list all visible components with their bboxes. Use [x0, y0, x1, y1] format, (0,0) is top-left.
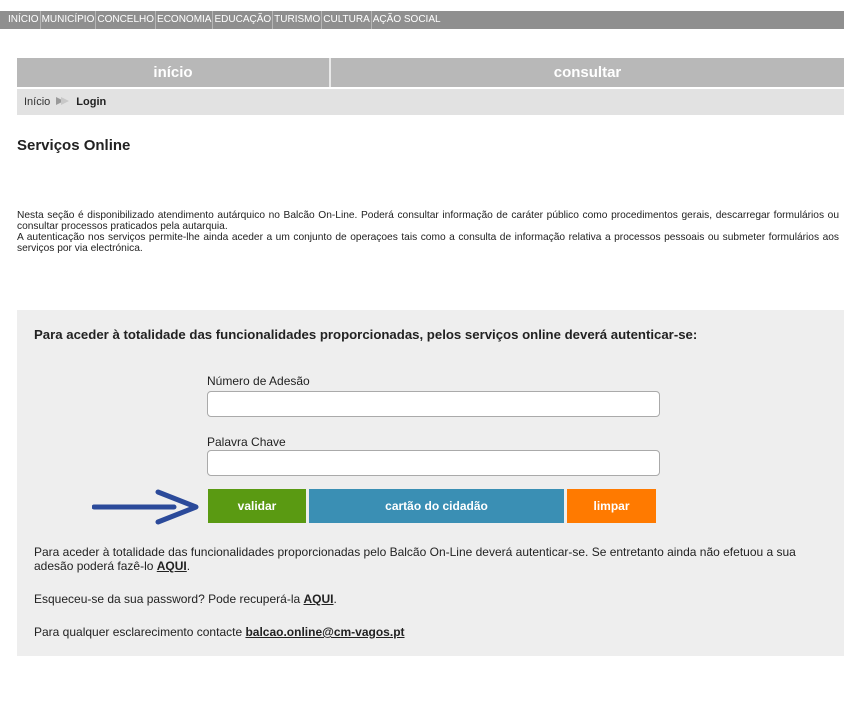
password-input[interactable] [207, 450, 660, 476]
topnav-economia[interactable]: ECONOMIA [157, 11, 214, 29]
tab-consultar[interactable]: consultar [331, 58, 844, 87]
info-contact-text: Para qualquer esclarecimento contacte [34, 625, 246, 639]
adesao-link[interactable]: AQUI [157, 559, 187, 573]
info-adesao-text: Para aceder à totalidade das funcionalid… [34, 545, 796, 573]
breadcrumb-home[interactable]: Início [24, 96, 50, 108]
breadcrumb: Início Login [17, 89, 844, 115]
contact-email-link[interactable]: balcao.online@cm-vagos.pt [245, 625, 404, 639]
arrow-right-icon [92, 489, 199, 525]
topnav-acao-social[interactable]: AÇÃO SOCIAL [373, 11, 442, 29]
cartao-cidadao-button[interactable]: cartão do cidadão [309, 489, 564, 523]
page-title: Serviços Online [17, 137, 131, 154]
limpar-button[interactable]: limpar [567, 489, 656, 523]
adesao-label: Número de Adesão [207, 374, 310, 388]
intro-text: Nesta seção é disponibilizado atendiment… [17, 210, 839, 254]
password-label: Palavra Chave [207, 435, 286, 449]
recover-password-link[interactable]: AQUI [304, 592, 334, 606]
info-password-text: Esqueceu-se da sua password? Pode recupe… [34, 592, 304, 606]
topnav-cultura[interactable]: CULTURA [323, 11, 372, 29]
intro-paragraph-2: A autenticação nos serviços permite-lhe … [17, 232, 839, 254]
info-paragraph-password: Esqueceu-se da sua password? Pode recupe… [34, 592, 337, 606]
validar-button[interactable]: validar [208, 489, 306, 523]
breadcrumb-current: Login [76, 96, 107, 108]
login-heading: Para aceder à totalidade das funcionalid… [34, 327, 698, 342]
main-navigation: início consultar [17, 58, 844, 87]
info-paragraph-adesao: Para aceder à totalidade das funcionalid… [34, 545, 796, 573]
topnav-educacao[interactable]: EDUCAÇÃO [214, 11, 274, 29]
top-navigation: INÍCIO MUNICÍPIO CONCELHO ECONOMIA EDUCA… [0, 11, 844, 29]
info-paragraph-contact: Para qualquer esclarecimento contacte ba… [34, 625, 405, 639]
intro-paragraph-1: Nesta seção é disponibilizado atendiment… [17, 210, 839, 232]
topnav-concelho[interactable]: CONCELHO [97, 11, 157, 29]
topnav-inicio[interactable]: INÍCIO [8, 11, 41, 29]
login-panel: Para aceder à totalidade das funcionalid… [17, 310, 844, 656]
breadcrumb-separator-icon [56, 96, 70, 108]
adesao-input[interactable] [207, 391, 660, 417]
topnav-municipio[interactable]: MUNICÍPIO [42, 11, 97, 29]
topnav-turismo[interactable]: TURISMO [274, 11, 323, 29]
tab-inicio[interactable]: início [17, 58, 331, 87]
